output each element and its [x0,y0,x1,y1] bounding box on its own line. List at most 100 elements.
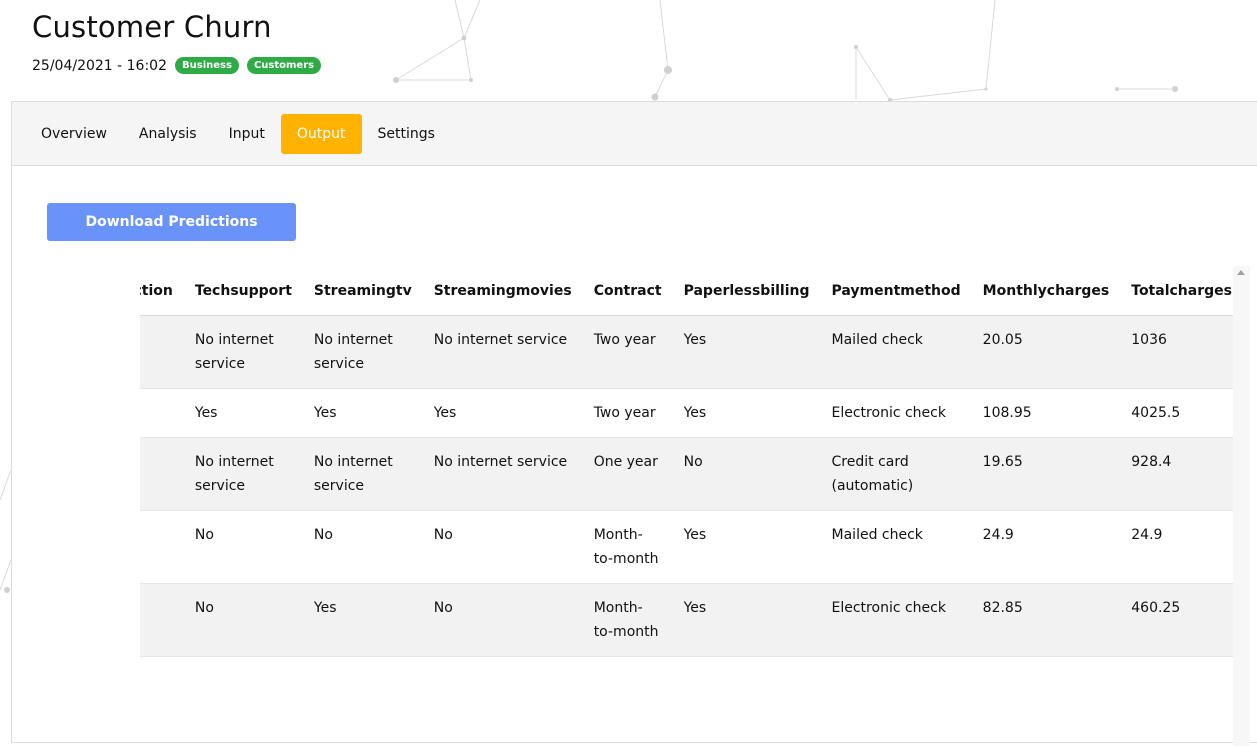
tab-settings[interactable]: Settings [362,114,451,154]
table-cell: Mailed check [819,510,971,584]
table-cell-value: 19.65 [982,454,1023,470]
table-cell-value: Yes [683,405,707,421]
table-cell: 4025.5 [1119,388,1233,438]
column-header-label: Paymentmethod [831,282,961,299]
table-row: No internet service No internet service No… [140,437,1233,511]
table-cell-value: No [433,527,453,543]
table-cell-value: Yes [683,527,707,543]
table-cell [140,510,183,584]
table-cell-value: Yes [433,405,457,421]
table-cell-value: Yes [313,600,337,616]
table-cell-value: Electronic check [831,600,946,616]
table-cell: Yes [301,388,422,438]
table-cell-value: Yes [313,405,337,421]
table-cell: No internet service [421,437,582,511]
scroll-up-arrow-icon[interactable] [1237,270,1245,275]
table-cell: 20.05 [970,315,1120,389]
table-cell: Yes [671,388,820,438]
column-header-label: Streamingtv [313,282,412,299]
table-cell: One year [581,437,672,511]
column-header[interactable]: ection [140,266,183,316]
table-cell: Electronic check [819,583,971,657]
table-cell-value: 928.4 [1131,454,1172,470]
table-scrollbar[interactable] [1233,266,1250,746]
table-cell-value: Two year [593,332,656,348]
table-cell-value: 4025.5 [1131,405,1181,421]
column-header[interactable]: Streamingmovies [421,266,582,316]
page-header: Customer Churn 25/04/2021 - 16:02 Busine… [32,8,329,74]
download-predictions-button[interactable]: Download Predictions [47,203,296,241]
table-cell-value: No [683,454,703,470]
page-title: Customer Churn [32,10,272,44]
column-header[interactable]: Paperlessbilling [671,266,820,316]
table-row: Yes Yes Yes Two year Yes Electronic check 108.… [140,388,1233,438]
table-cell-value: 20.05 [982,332,1023,348]
table-row: No internet service No internet service No… [140,315,1233,389]
table-cell-value: No internet service [433,454,568,470]
table-cell: Month-to-month [581,510,672,584]
table-cell-value: Mailed check [831,527,923,543]
table-cell-value: Credit card (automatic) [831,454,914,494]
table-cell: Electronic check [819,388,971,438]
table-cell-value: No internet service [313,332,393,372]
tag-badge-business: Business [175,57,239,74]
table-cell: Credit card (automatic) [819,437,971,511]
table-cell [140,583,183,657]
table-cell-value: Month-to-month [593,600,659,640]
table-cell-value: Mailed check [831,332,923,348]
table-cell: Yes [182,388,302,438]
predictions-table-container[interactable]: ection Techsupport Streamingtv Streamingmov… [140,266,1233,746]
table-cell: Yes [671,315,820,389]
table-cell-value: 24.9 [982,527,1014,543]
tab-bar: Overview Analysis Input Output Settings [12,102,1257,166]
page-meta: 25/04/2021 - 16:02 Business Customers [32,57,329,74]
table-cell-value: Month-to-month [593,527,659,567]
table-cell [140,388,183,438]
table-row: No Yes No Month-to-month Yes Electronic check… [140,583,1233,657]
table-cell: No internet service [301,315,422,389]
table-cell: Yes [671,583,820,657]
table-cell-value: 1036 [1131,332,1167,348]
table-cell: 24.9 [1119,510,1233,584]
table-cell: No [182,583,302,657]
table-cell: No internet service [301,437,422,511]
table-cell-value: No internet service [433,332,568,348]
column-header-label: Streamingmovies [433,282,572,299]
column-header[interactable]: Paymentmethod [819,266,971,316]
table-cell-value: One year [593,454,658,470]
table-cell: Two year [581,388,672,438]
table-cell: No [671,437,820,511]
timestamp: 25/04/2021 - 16:02 [32,57,167,74]
table-cell: Yes [421,388,582,438]
table-cell-value: No [313,527,333,543]
tab-output[interactable]: Output [280,113,362,154]
table-cell: No [182,510,302,584]
tab-input[interactable]: Input [213,114,281,154]
table-cell: No [421,510,582,584]
table-cell: Month-to-month [581,583,672,657]
tab-overview[interactable]: Overview [25,114,123,154]
column-header[interactable]: Totalcharges [1119,266,1233,316]
column-header-label: Monthlycharges [982,282,1110,299]
main-panel: Overview Analysis Input Output Settings … [11,101,1257,746]
table-cell-value: 460.25 [1131,600,1181,616]
table-cell: No [301,510,422,584]
table-cell-value: Yes [683,600,707,616]
table-cell-value: Yes [194,405,218,421]
table-cell-value: No [194,527,214,543]
column-header[interactable]: Contract [581,266,672,316]
table-cell: 928.4 [1119,437,1233,511]
column-header[interactable]: Streamingtv [301,266,422,316]
tab-analysis[interactable]: Analysis [123,114,213,154]
tag-badge-customers: Customers [246,57,322,74]
table-cell [140,315,183,389]
table-cell-value: No internet service [194,332,274,372]
table-cell [140,437,183,511]
table-cell: 82.85 [970,583,1120,657]
table-cell: 460.25 [1119,583,1233,657]
column-header[interactable]: Monthlycharges [970,266,1120,316]
column-header-label: Contract [593,282,662,299]
column-header-label: Totalcharges [1131,282,1232,299]
column-header[interactable]: Techsupport [182,266,302,316]
table-cell: Mailed check [819,315,971,389]
